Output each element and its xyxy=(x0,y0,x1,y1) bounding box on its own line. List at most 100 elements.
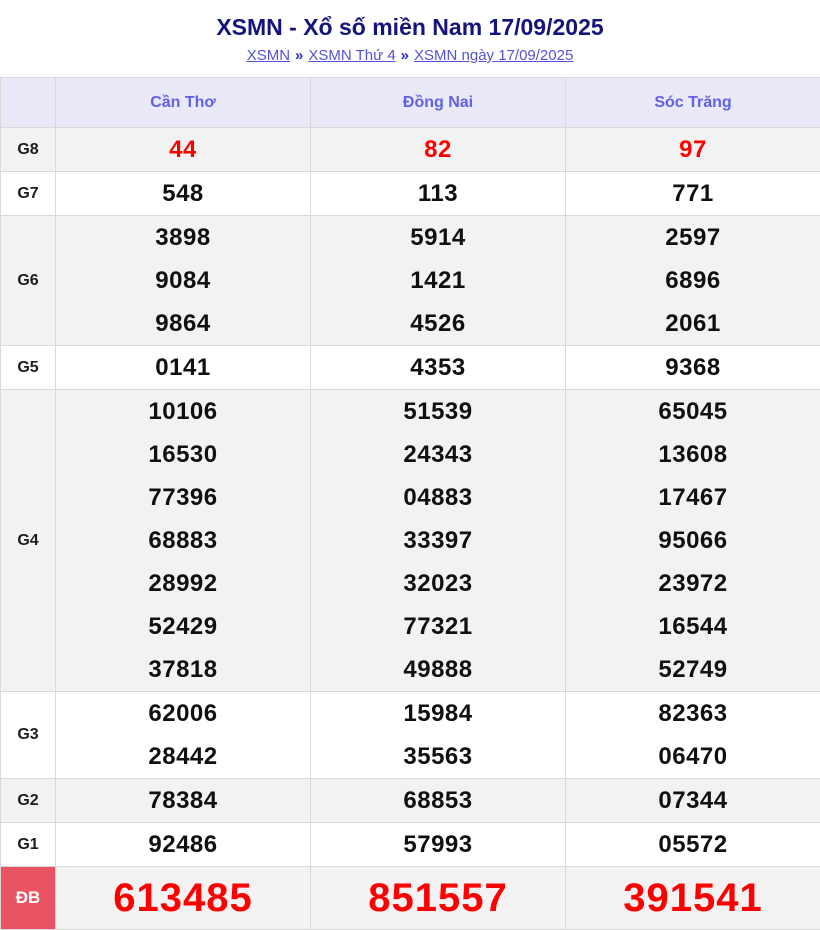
prize-cell: 82 xyxy=(311,128,566,172)
prize-value: 13608 xyxy=(566,433,820,476)
prize-value: 2597 xyxy=(566,216,820,259)
prize-cell: 82363 06470 xyxy=(566,692,820,779)
column-header-dong-nai: Đồng Nai xyxy=(311,78,566,128)
prize-row-g3: G3 62006 28442 15984 35563 82363 06470 xyxy=(1,692,820,779)
prize-cell: 548 xyxy=(56,172,311,216)
corner-cell xyxy=(1,78,56,128)
prize-cell: 2597 6896 2061 xyxy=(566,216,820,346)
prize-label-g8: G8 xyxy=(1,128,56,172)
prize-row-g1: G1 92486 57993 05572 xyxy=(1,823,820,867)
prize-value: 9864 xyxy=(56,302,310,345)
prize-value: 24343 xyxy=(311,433,565,476)
header-row: Cần Thơ Đồng Nai Sóc Trăng xyxy=(1,78,820,128)
prize-row-g5: G5 0141 4353 9368 xyxy=(1,346,820,390)
prize-value: 77321 xyxy=(311,605,565,648)
prize-value: 1421 xyxy=(311,259,565,302)
prize-label-g3: G3 xyxy=(1,692,56,779)
prize-value: 05572 xyxy=(566,823,820,866)
prize-cell: 05572 xyxy=(566,823,820,867)
prize-value: 95066 xyxy=(566,519,820,562)
prize-value: 78384 xyxy=(56,779,310,822)
prize-value: 82 xyxy=(311,128,565,171)
prize-value: 68883 xyxy=(56,519,310,562)
prize-value: 2061 xyxy=(566,302,820,345)
prize-value: 37818 xyxy=(56,648,310,691)
prize-cell: 3898 9084 9864 xyxy=(56,216,311,346)
prize-value: 49888 xyxy=(311,648,565,691)
prize-row-g4: G4 10106 16530 77396 68883 28992 52429 3… xyxy=(1,390,820,692)
prize-value-jackpot: 391541 xyxy=(566,867,820,929)
prize-cell: 4353 xyxy=(311,346,566,390)
breadcrumb-separator: » xyxy=(401,47,409,64)
prize-value: 62006 xyxy=(56,692,310,735)
prize-cell: 613485 xyxy=(56,867,311,930)
prize-row-g8: G8 44 82 97 xyxy=(1,128,820,172)
prize-label-g7: G7 xyxy=(1,172,56,216)
prize-value: 92486 xyxy=(56,823,310,866)
prize-cell: 97 xyxy=(566,128,820,172)
prize-label-g5: G5 xyxy=(1,346,56,390)
prize-cell: 15984 35563 xyxy=(311,692,566,779)
prize-cell: 391541 xyxy=(566,867,820,930)
lottery-results-page: XSMN - Xổ số miền Nam 17/09/2025 XSMN»XS… xyxy=(0,14,820,930)
prize-value: 82363 xyxy=(566,692,820,735)
breadcrumb: XSMN » XSMN Thứ 4 » XSMN ngày 17/09/2025 xyxy=(0,47,820,64)
prize-label-g4: G4 xyxy=(1,390,56,692)
prize-value: 9084 xyxy=(56,259,310,302)
prize-cell: 57993 xyxy=(311,823,566,867)
prize-value: 06470 xyxy=(566,735,820,778)
prize-value: 07344 xyxy=(566,779,820,822)
prize-value: 3898 xyxy=(56,216,310,259)
prize-value: 65045 xyxy=(566,390,820,433)
prize-cell: 62006 28442 xyxy=(56,692,311,779)
prize-value-jackpot: 851557 xyxy=(311,867,565,929)
prize-label-g6: G6 xyxy=(1,216,56,346)
prize-cell: 9368 xyxy=(566,346,820,390)
prize-value: 113 xyxy=(311,172,565,215)
prize-value: 52749 xyxy=(566,648,820,691)
prize-value: 51539 xyxy=(311,390,565,433)
prize-label-g2: G2 xyxy=(1,779,56,823)
prize-value: 35563 xyxy=(311,735,565,778)
breadcrumb-link-xsmn-thu-4[interactable]: XSMN Thứ 4 xyxy=(308,47,395,64)
prize-cell: 5914 1421 4526 xyxy=(311,216,566,346)
prize-value: 771 xyxy=(566,172,820,215)
prize-value: 68853 xyxy=(311,779,565,822)
prize-value: 15984 xyxy=(311,692,565,735)
prize-value: 0141 xyxy=(56,346,310,389)
prize-cell: 07344 xyxy=(566,779,820,823)
prize-cell: 65045 13608 17467 95066 23972 16544 5274… xyxy=(566,390,820,692)
prize-value: 4526 xyxy=(311,302,565,345)
prize-value: 77396 xyxy=(56,476,310,519)
page-title: XSMN - Xổ số miền Nam 17/09/2025 xyxy=(0,14,820,41)
prize-value: 04883 xyxy=(311,476,565,519)
prize-value: 28442 xyxy=(56,735,310,778)
prize-value: 57993 xyxy=(311,823,565,866)
prize-value: 4353 xyxy=(311,346,565,389)
prize-cell: 78384 xyxy=(56,779,311,823)
prize-cell: 771 xyxy=(566,172,820,216)
prize-value-jackpot: 613485 xyxy=(56,867,310,929)
prize-cell: 44 xyxy=(56,128,311,172)
prize-value: 52429 xyxy=(56,605,310,648)
prize-value: 16544 xyxy=(566,605,820,648)
breadcrumb-link-xsmn[interactable]: XSMN xyxy=(247,47,290,64)
prize-cell: 68853 xyxy=(311,779,566,823)
prize-row-g7: G7 548 113 771 xyxy=(1,172,820,216)
prize-cell: 51539 24343 04883 33397 32023 77321 4988… xyxy=(311,390,566,692)
prize-row-g6: G6 3898 9084 9864 5914 1421 4526 2597 68… xyxy=(1,216,820,346)
prize-value: 16530 xyxy=(56,433,310,476)
prize-value: 17467 xyxy=(566,476,820,519)
prize-value: 33397 xyxy=(311,519,565,562)
results-table: Cần Thơ Đồng Nai Sóc Trăng G8 44 82 97 G… xyxy=(0,77,820,930)
prize-label-g1: G1 xyxy=(1,823,56,867)
breadcrumb-link-xsmn-ngay[interactable]: XSMN ngày 17/09/2025 xyxy=(414,47,573,64)
breadcrumb-separator: » xyxy=(295,47,303,64)
prize-value: 97 xyxy=(566,128,820,171)
prize-value: 6896 xyxy=(566,259,820,302)
prize-label-db: ĐB xyxy=(1,867,56,930)
prize-cell: 92486 xyxy=(56,823,311,867)
prize-value: 10106 xyxy=(56,390,310,433)
prize-cell: 113 xyxy=(311,172,566,216)
prize-cell: 0141 xyxy=(56,346,311,390)
